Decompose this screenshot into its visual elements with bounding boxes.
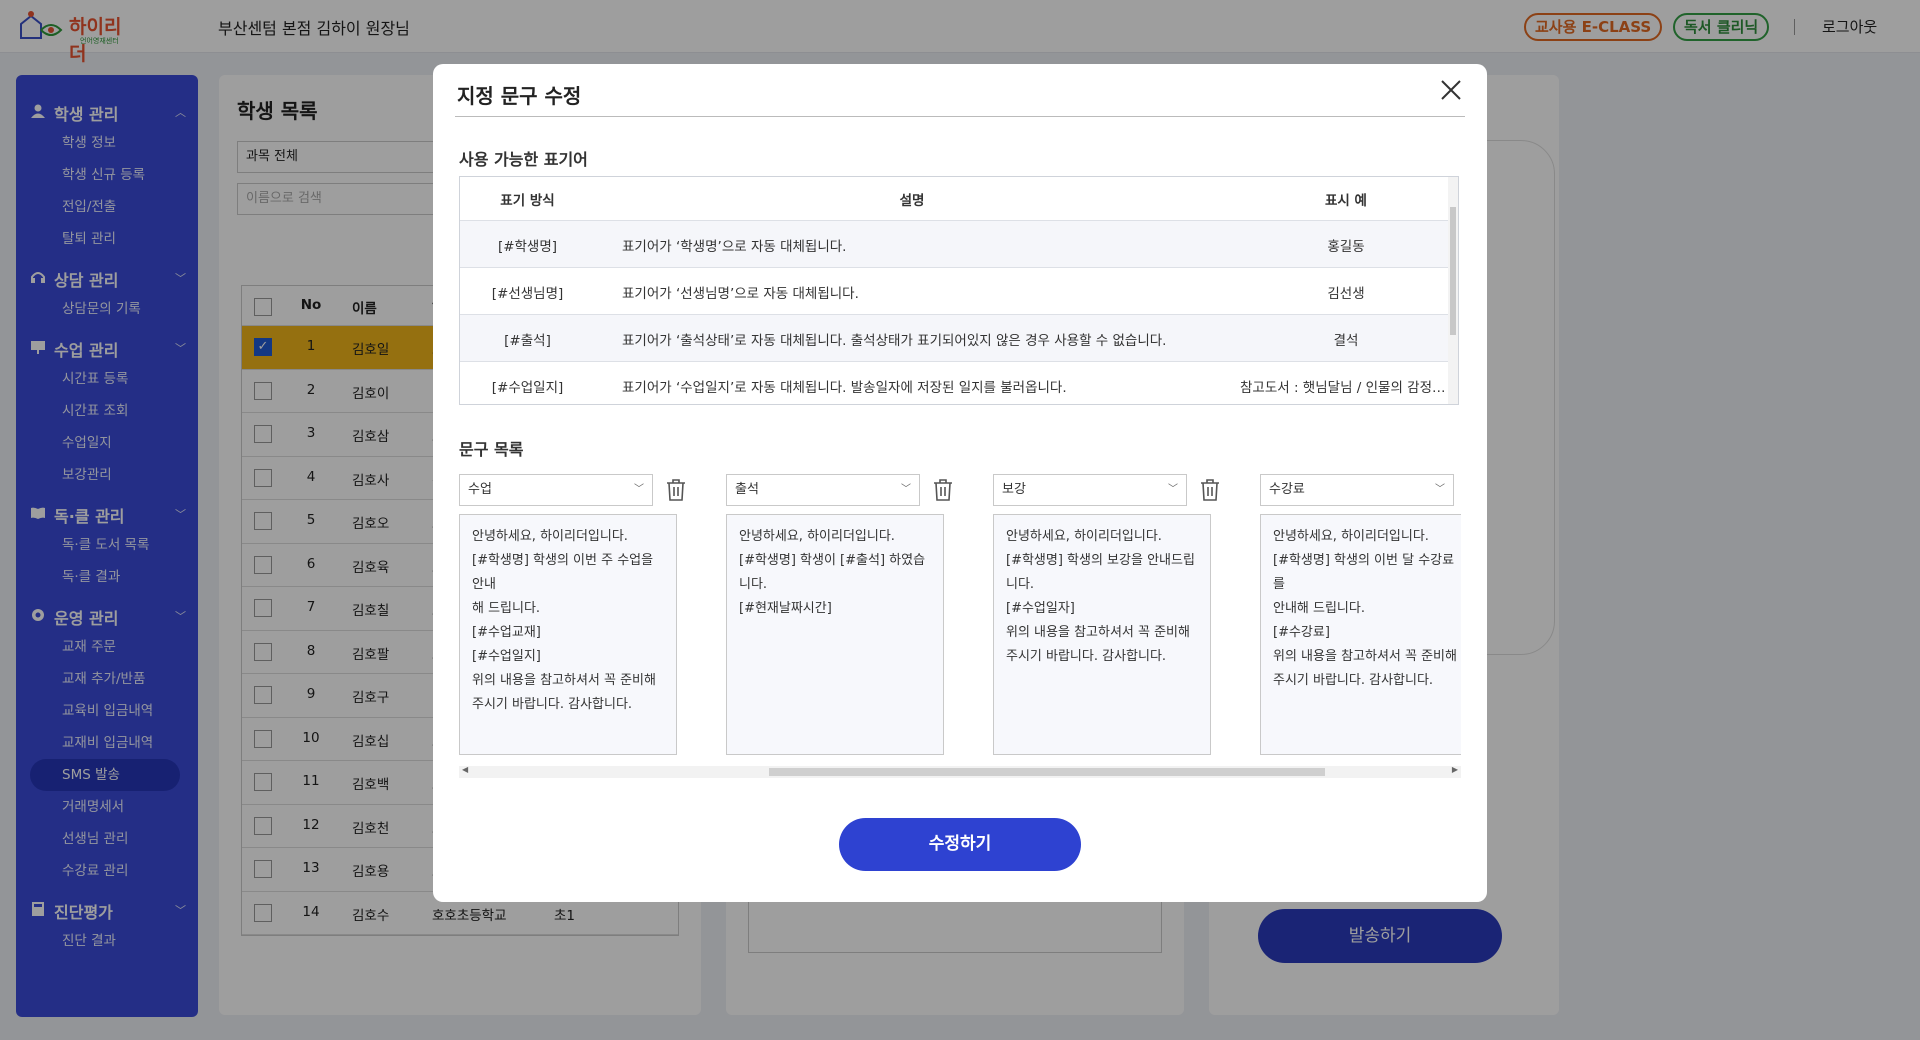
table-row: [#수업일지] 표기어가 ‘수업일지’로 자동 대체됩니다. 발송일자에 저장된…	[460, 362, 1458, 404]
tag-desc: 표기어가 ‘선생님명’으로 자동 대체됩니다.	[622, 286, 859, 302]
trash-icon[interactable]	[1199, 478, 1221, 502]
trash-icon[interactable]	[932, 478, 954, 502]
column-header-example: 표시 예	[1325, 193, 1367, 209]
tag-format: [#출석]	[504, 333, 551, 349]
scroll-left-icon[interactable]: ◀	[462, 765, 468, 774]
modal-title: 지정 문구 수정	[457, 84, 582, 108]
chevron-down-icon: ﹀	[901, 484, 911, 495]
category-value: 출석	[735, 482, 759, 497]
category-select[interactable]: 출석 ﹀	[726, 474, 920, 506]
phrase-list: 수업 ﹀ 안녕하세요, 하이리더입니다. [#학생명] 학생의 이번 주 수업을 …	[459, 474, 1461, 809]
category-value: 수강료	[1269, 482, 1305, 497]
tag-desc: 표기어가 ‘학생명’으로 자동 대체됩니다.	[622, 239, 847, 255]
tag-example: 결석	[1333, 333, 1359, 349]
vertical-scrollbar[interactable]	[1448, 177, 1458, 404]
phrases-section-title: 문구 목록	[459, 440, 524, 459]
category-select[interactable]: 수업 ﹀	[459, 474, 653, 506]
submit-button[interactable]: 수정하기	[839, 818, 1081, 871]
table-header: 표기 방식 설명 표시 예	[460, 177, 1458, 221]
tag-desc: 표기어가 ‘출석상태’로 자동 대체됩니다. 출석상태가 표기되어있지 않은 경…	[622, 333, 1167, 349]
scrollbar-thumb[interactable]	[1450, 207, 1456, 335]
category-value: 수업	[468, 482, 492, 497]
table-row: [#출석] 표기어가 ‘출석상태’로 자동 대체됩니다. 출석상태가 표기되어있…	[460, 315, 1458, 362]
chevron-down-icon: ﹀	[634, 484, 644, 495]
tags-section-title: 사용 가능한 표기어	[459, 150, 588, 169]
tags-table: 표기 방식 설명 표시 예 [#학생명] 표기어가 ‘학생명’으로 자동 대체됩…	[459, 176, 1459, 405]
scroll-right-icon[interactable]: ▶	[1452, 765, 1458, 774]
tag-format: [#학생명]	[497, 239, 558, 255]
table-row: [#학생명] 표기어가 ‘학생명’으로 자동 대체됩니다. 홍길동	[460, 221, 1458, 268]
tag-format: [#수업일지]	[491, 380, 564, 396]
tag-example: 홍길동	[1327, 239, 1365, 255]
trash-icon[interactable]	[665, 478, 687, 502]
phrase-textarea[interactable]: 안녕하세요, 하이리더입니다. [#학생명] 학생의 보강을 안내드립니다. […	[993, 514, 1211, 755]
chevron-down-icon: ﹀	[1435, 484, 1445, 495]
category-select[interactable]: 보강 ﹀	[993, 474, 1187, 506]
tag-example: 참고도서 : 햇님달님 / 인물의 감정을...	[1240, 380, 1452, 396]
close-icon[interactable]	[1439, 78, 1463, 102]
phrase-textarea[interactable]: 안녕하세요, 하이리더입니다. [#학생명] 학생의 이번 주 수업을 안내 해…	[459, 514, 677, 755]
tag-format: [#선생님명]	[491, 286, 564, 302]
column-header-format: 표기 방식	[500, 193, 555, 209]
column-header-desc: 설명	[899, 193, 925, 209]
divider	[455, 116, 1465, 117]
scrollbar-thumb[interactable]	[769, 768, 1325, 776]
phrase-textarea[interactable]: 안녕하세요, 하이리더입니다. [#학생명] 학생이 [#출석] 하였습니다. …	[726, 514, 944, 755]
category-value: 보강	[1002, 482, 1026, 497]
category-select[interactable]: 수강료 ﹀	[1260, 474, 1454, 506]
tag-example: 김선생	[1327, 286, 1365, 302]
phrase-textarea[interactable]: 안녕하세요, 하이리더입니다. [#학생명] 학생의 이번 달 수강료를 안내해…	[1260, 514, 1461, 755]
edit-phrase-modal: 지정 문구 수정 사용 가능한 표기어 표기 방식 설명 표시 예 [#학생명]…	[433, 64, 1487, 902]
tag-desc: 표기어가 ‘수업일지’로 자동 대체됩니다. 발송일자에 저장된 일지를 불러옵…	[622, 380, 1067, 396]
chevron-down-icon: ﹀	[1168, 484, 1178, 495]
table-row: [#선생님명] 표기어가 ‘선생님명’으로 자동 대체됩니다. 김선생	[460, 268, 1458, 315]
horizontal-scrollbar[interactable]: ◀ ▶	[459, 765, 1461, 778]
